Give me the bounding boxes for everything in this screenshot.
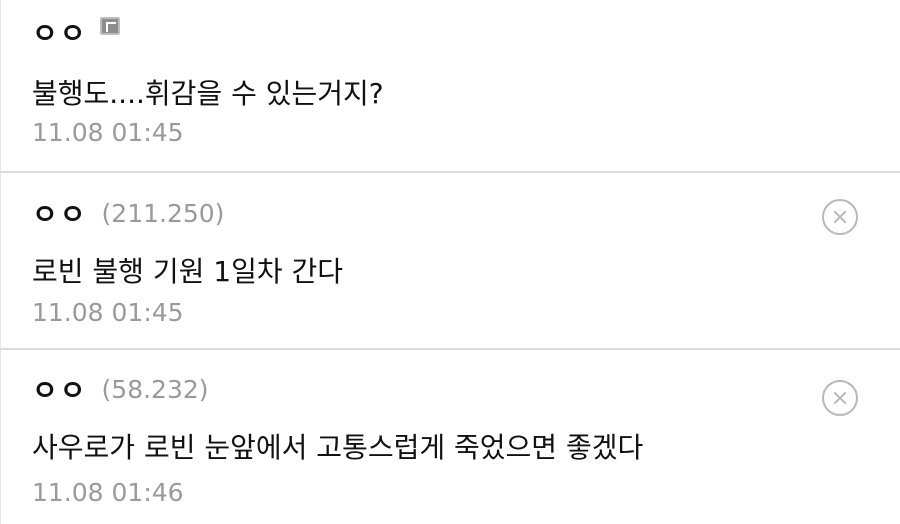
comment-author-nick[interactable]: ㅇㅇ bbox=[32, 193, 88, 233]
member-badge-icon bbox=[99, 17, 120, 35]
comment-author-ip: (58.232) bbox=[101, 374, 209, 404]
comment-left-border bbox=[0, 173, 1, 348]
comment-date: 11.08 01:45 bbox=[32, 118, 184, 147]
comment-date: 11.08 01:46 bbox=[32, 478, 184, 507]
comment-text: 사우로가 로빈 눈앞에서 고통스럽게 죽었으면 좋겠다 bbox=[32, 431, 644, 464]
delete-circle-x-icon[interactable] bbox=[822, 199, 858, 235]
comment-author-ip: (211.250) bbox=[101, 198, 225, 228]
comment-author-nick[interactable]: ㅇㅇ bbox=[32, 369, 88, 409]
comment-text: 불행도....휘감을 수 있는거지? bbox=[32, 77, 384, 110]
delete-circle-x-icon[interactable] bbox=[822, 380, 858, 416]
comment-left-border bbox=[0, 350, 1, 524]
comment-left-border bbox=[0, 0, 1, 171]
comment-author-row: ㅇㅇ (58.232) bbox=[32, 371, 209, 407]
comment-author-row: ㅇㅇ bbox=[32, 14, 120, 50]
comment-author-nick[interactable]: ㅇㅇ bbox=[32, 12, 88, 52]
comment-author-row: ㅇㅇ (211.250) bbox=[32, 195, 224, 231]
comment-date: 11.08 01:45 bbox=[32, 298, 184, 327]
comment-text: 로빈 불행 기원 1일차 간다 bbox=[32, 255, 344, 288]
